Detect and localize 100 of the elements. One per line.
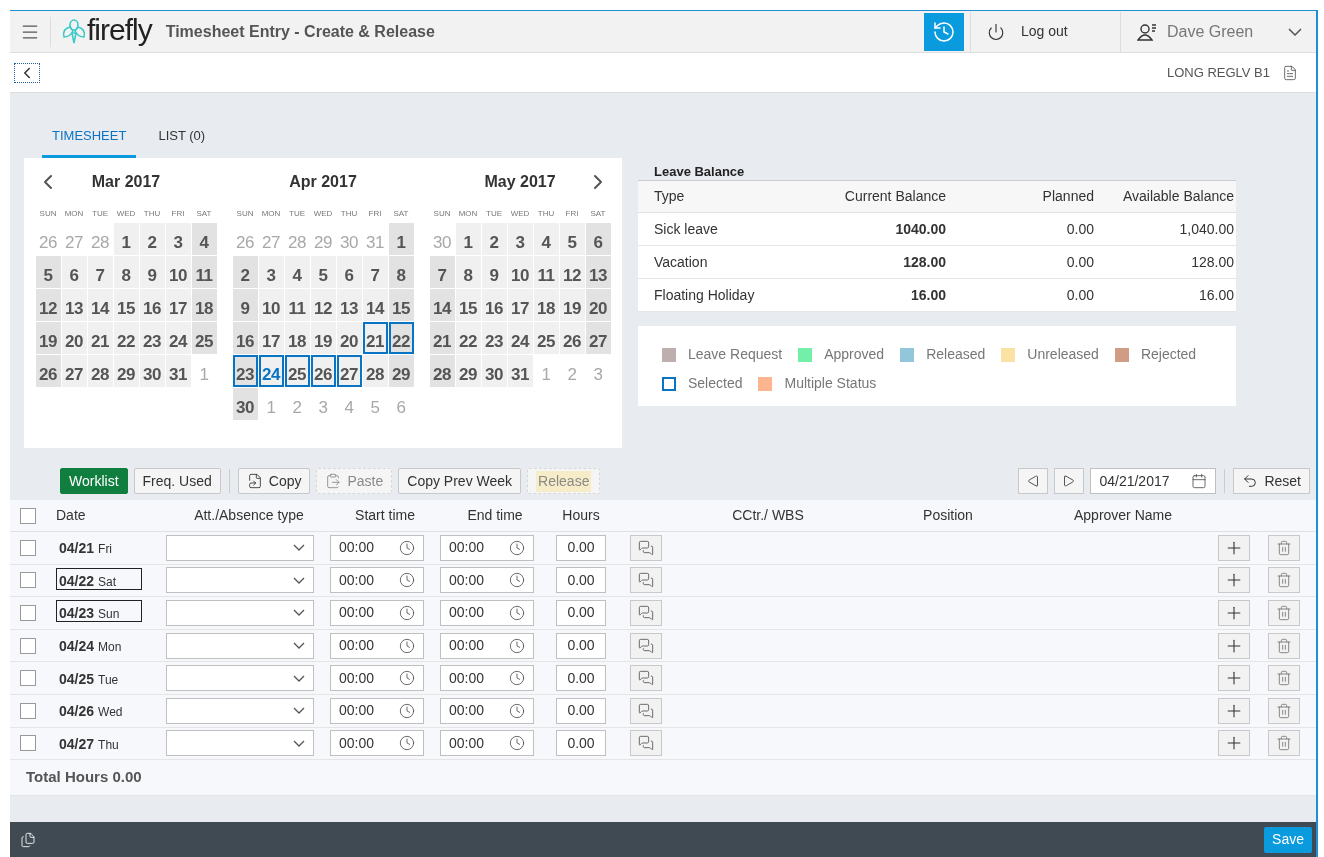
- calendar-day[interactable]: 13: [61, 289, 87, 321]
- calendar-day[interactable]: 1: [455, 223, 481, 255]
- calendar-day[interactable]: 12: [310, 289, 336, 321]
- add-button[interactable]: [1218, 632, 1250, 659]
- absence-type-select[interactable]: [166, 730, 314, 757]
- calendar-day[interactable]: 2: [232, 256, 258, 288]
- calendar-day[interactable]: 22: [113, 322, 139, 354]
- calendar-day[interactable]: 25: [191, 322, 217, 354]
- start-time-field[interactable]: 00:00: [330, 632, 424, 659]
- comment-button[interactable]: [630, 632, 662, 659]
- select-all-checkbox[interactable]: [20, 507, 36, 524]
- calendar-day[interactable]: 11: [191, 256, 217, 288]
- calendar-day[interactable]: 12: [35, 289, 61, 321]
- calendar-day[interactable]: 2: [481, 223, 507, 255]
- absence-type-select[interactable]: [166, 534, 314, 561]
- start-time-field[interactable]: 00:00: [330, 567, 424, 594]
- comment-button[interactable]: [630, 567, 662, 594]
- calendar-day[interactable]: 18: [284, 322, 310, 354]
- add-button[interactable]: [1218, 534, 1250, 561]
- calendar-day[interactable]: 19: [35, 322, 61, 354]
- calendar-day[interactable]: 7: [87, 256, 113, 288]
- calendar-day[interactable]: 1: [388, 223, 414, 255]
- calendar-day[interactable]: 3: [507, 223, 533, 255]
- calendar-day[interactable]: 23: [481, 322, 507, 354]
- calendar-day[interactable]: 27: [61, 355, 87, 387]
- toolbar-button[interactable]: Copy Prev Week: [398, 468, 522, 494]
- calendar-day[interactable]: 25: [533, 322, 559, 354]
- calendar-day[interactable]: 3: [258, 256, 284, 288]
- calendar-day[interactable]: 8: [113, 256, 139, 288]
- calendar-day[interactable]: 20: [336, 322, 362, 354]
- calendar-day[interactable]: 16: [481, 289, 507, 321]
- user-menu-button[interactable]: Dave Green: [1120, 11, 1316, 52]
- end-time-field[interactable]: 00:00: [440, 567, 534, 594]
- calendar-day[interactable]: 10: [165, 256, 191, 288]
- calendar-day[interactable]: 15: [113, 289, 139, 321]
- calendar-day[interactable]: 23: [232, 355, 258, 387]
- row-checkbox[interactable]: [20, 670, 36, 687]
- calendar-day[interactable]: 4: [533, 223, 559, 255]
- next-week-button[interactable]: [1054, 468, 1085, 494]
- calendar-day[interactable]: 2: [139, 223, 165, 255]
- calendar-day[interactable]: 8: [388, 256, 414, 288]
- calendar-day[interactable]: 28: [429, 355, 455, 387]
- calendar-day[interactable]: 21: [362, 322, 388, 354]
- absence-type-select[interactable]: [166, 697, 314, 724]
- calendar-day[interactable]: 19: [559, 289, 585, 321]
- absence-type-select[interactable]: [166, 665, 314, 692]
- comment-button[interactable]: [630, 730, 662, 757]
- start-time-field[interactable]: 00:00: [330, 697, 424, 724]
- absence-type-select[interactable]: [166, 600, 314, 626]
- comment-button[interactable]: [630, 600, 662, 626]
- previous-week-button[interactable]: [1018, 468, 1049, 494]
- toolbar-button[interactable]: Freq. Used: [133, 468, 221, 494]
- calendar-day[interactable]: 18: [533, 289, 559, 321]
- calendar-day[interactable]: 19: [310, 322, 336, 354]
- calendar-day[interactable]: 17: [165, 289, 191, 321]
- delete-button[interactable]: [1268, 534, 1300, 561]
- calendar-day[interactable]: 9: [139, 256, 165, 288]
- logout-button[interactable]: Log out: [970, 11, 1120, 52]
- calendar-day[interactable]: 10: [258, 289, 284, 321]
- calendar-day[interactable]: 6: [585, 223, 611, 255]
- calendar-day[interactable]: 20: [61, 322, 87, 354]
- hours-field[interactable]: 0.00: [556, 730, 606, 757]
- add-button[interactable]: [1218, 697, 1250, 724]
- delete-button[interactable]: [1268, 697, 1300, 724]
- toolbar-button[interactable]: Copy: [237, 468, 311, 494]
- comment-button[interactable]: [630, 534, 662, 561]
- hours-field[interactable]: 0.00: [556, 665, 606, 692]
- calendar-day[interactable]: 22: [455, 322, 481, 354]
- absence-type-select[interactable]: [166, 567, 314, 594]
- hours-field[interactable]: 0.00: [556, 534, 606, 561]
- absence-type-select[interactable]: [166, 632, 314, 659]
- delete-button[interactable]: [1268, 567, 1300, 594]
- calendar-day[interactable]: 25: [284, 355, 310, 387]
- calendar-day[interactable]: 13: [336, 289, 362, 321]
- comment-button[interactable]: [630, 665, 662, 692]
- end-time-field[interactable]: 00:00: [440, 600, 534, 626]
- calendar-day[interactable]: 9: [232, 289, 258, 321]
- start-time-field[interactable]: 00:00: [330, 730, 424, 757]
- calendar-day[interactable]: 4: [191, 223, 217, 255]
- calendar-day[interactable]: 26: [35, 355, 61, 387]
- delete-button[interactable]: [1268, 730, 1300, 757]
- calendar-day[interactable]: 7: [429, 256, 455, 288]
- add-button[interactable]: [1218, 600, 1250, 626]
- calendar-day[interactable]: 29: [388, 355, 414, 387]
- hours-field[interactable]: 0.00: [556, 697, 606, 724]
- start-time-field[interactable]: 00:00: [330, 600, 424, 626]
- add-button[interactable]: [1218, 730, 1250, 757]
- delete-button[interactable]: [1268, 665, 1300, 692]
- calendar-day[interactable]: 18: [191, 289, 217, 321]
- calendar-day[interactable]: 5: [559, 223, 585, 255]
- calendar-day[interactable]: 13: [585, 256, 611, 288]
- calendar-day[interactable]: 21: [87, 322, 113, 354]
- row-checkbox[interactable]: [20, 539, 36, 556]
- start-time-field[interactable]: 00:00: [330, 665, 424, 692]
- end-time-field[interactable]: 00:00: [440, 534, 534, 561]
- calendar-day[interactable]: 20: [585, 289, 611, 321]
- calendar-day[interactable]: 24: [507, 322, 533, 354]
- calendar-day[interactable]: 28: [87, 355, 113, 387]
- calendar-day[interactable]: 30: [481, 355, 507, 387]
- calendar-day[interactable]: 4: [284, 256, 310, 288]
